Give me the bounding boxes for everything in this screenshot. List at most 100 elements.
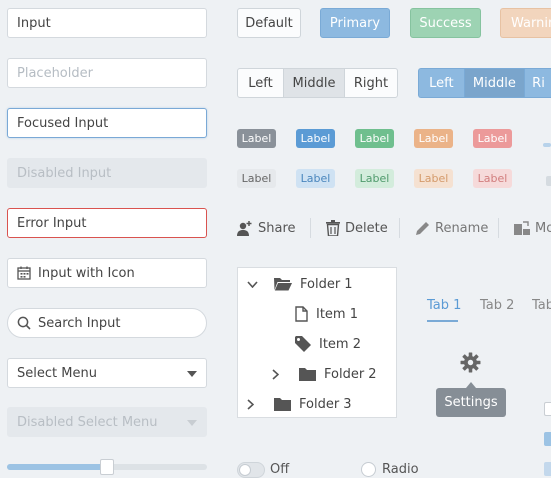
folder-2-label: Folder 2 [324,366,377,382]
radio-button[interactable] [361,462,376,477]
warning-button[interactable]: Warnin [500,8,551,38]
tooltip: Settings [436,388,506,417]
folder-1-label: Folder 1 [300,276,353,292]
rename-button[interactable]: Rename [415,218,488,238]
segment-left[interactable]: Left [238,69,283,97]
rename-label: Rename [435,220,489,236]
slider-handle[interactable] [100,459,114,475]
checkbox-checked-partial[interactable] [544,432,551,446]
slider[interactable] [7,459,207,475]
tab-2[interactable]: Tab 2 [480,298,514,313]
segment-middle[interactable]: Middle [283,69,345,97]
toggle-switch[interactable] [237,462,265,478]
primary-button[interactable]: Primary [320,8,390,38]
error-input[interactable]: Error Input [7,208,207,238]
trash-icon [326,220,345,236]
disabled-input-value: Disabled Input [17,165,112,181]
folder-open-icon [274,277,300,291]
segment-right[interactable]: Right [345,69,397,97]
tree-node-item-1[interactable]: Item 1 [295,304,358,324]
segment-right[interactable]: Ri [525,69,551,97]
error-input-value: Error Input [17,215,87,231]
icon-input-value: Input with Icon [38,265,135,281]
segment-middle[interactable]: Middle [463,69,526,97]
chevron-down-icon [187,415,197,430]
label-primary: Label [296,129,335,148]
tab-3[interactable]: Tab [532,298,551,313]
item-1-label: Item 1 [316,306,358,322]
toggle-label: Off [270,462,290,477]
focused-input-value: Focused Input [17,115,109,131]
warning-button-label: Warnin [511,15,551,31]
pencil-icon [415,221,435,236]
delete-button[interactable]: Delete [326,218,388,238]
success-button-label: Success [419,15,472,31]
checkbox-partial[interactable] [544,402,551,416]
search-input[interactable]: Search Input [7,308,207,338]
label-default: Label [237,129,276,148]
search-icon [17,316,31,330]
label-success-light: Label [355,169,394,188]
delete-label: Delete [345,220,388,236]
checkbox-checked-partial[interactable] [544,462,551,476]
chevron-down-icon [187,366,197,381]
text-input-value: Input [17,15,51,31]
add-user-icon [237,220,258,236]
focused-input[interactable]: Focused Input [7,108,207,138]
tab-2-label: Tab 2 [480,298,515,313]
tree-node-folder-3[interactable]: Folder 3 [247,394,352,414]
partial-slider-edge [543,143,551,147]
placeholder-input[interactable]: Placeholder [7,58,207,88]
select-menu[interactable]: Select Menu [7,358,207,388]
input-with-icon[interactable]: Input with Icon [7,258,207,288]
disabled-input: Disabled Input [7,158,207,188]
partial-control-edge [546,176,551,186]
toolbar-divider [498,218,499,238]
tab-1-label: Tab 1 [427,298,462,313]
chevron-right-icon [247,398,262,410]
chevron-down-icon [247,280,266,288]
file-icon [295,306,316,322]
success-button[interactable]: Success [410,8,481,38]
tab-3-label: Tab [532,298,551,313]
item-2-label: Item 2 [319,336,361,352]
share-label: Share [258,220,296,236]
gear-icon[interactable] [460,352,481,377]
chevron-right-icon [272,368,287,380]
search-input-value: Search Input [38,315,121,331]
label-warning-light: Label [414,169,453,188]
primary-button-label: Primary [329,15,381,31]
label-danger: Label [473,129,512,148]
toggle-knob [239,464,251,476]
segment-left[interactable]: Left [419,69,464,97]
label-success: Label [355,129,394,148]
tree-node-folder-1[interactable]: Folder 1 [247,274,353,294]
default-button[interactable]: Default [237,8,301,38]
slider-fill [7,464,107,470]
move-button[interactable]: Mo [514,218,551,238]
radio-label: Radio [382,462,419,477]
label-warning: Label [414,129,453,148]
tooltip-text: Settings [444,395,498,410]
folder-3-label: Folder 3 [299,396,352,412]
disabled-select-menu: Disabled Select Menu [7,407,207,437]
tab-1[interactable]: Tab 1 [427,298,461,313]
folder-icon [274,397,299,411]
segmented-control-default: Left Middle Right [237,68,398,98]
text-input[interactable]: Input [7,8,207,38]
toolbar-divider [399,218,400,238]
segmented-control-primary: Left Middle Ri [418,68,551,98]
tree-view: Folder 1 Item 1 Item 2 Folder 2 Folder 3 [237,267,397,418]
move-label: Mo [535,220,551,236]
label-primary-light: Label [296,169,335,188]
folder-icon [299,367,324,381]
placeholder-text: Placeholder [17,65,93,81]
disabled-select-value: Disabled Select Menu [17,414,158,430]
default-button-label: Default [245,15,293,31]
tree-node-item-2[interactable]: Item 2 [295,334,361,354]
calendar-icon [17,266,31,280]
tree-node-folder-2[interactable]: Folder 2 [272,364,377,384]
share-button[interactable]: Share [237,218,296,238]
select-menu-value: Select Menu [17,365,97,381]
toolbar-divider [310,218,311,238]
